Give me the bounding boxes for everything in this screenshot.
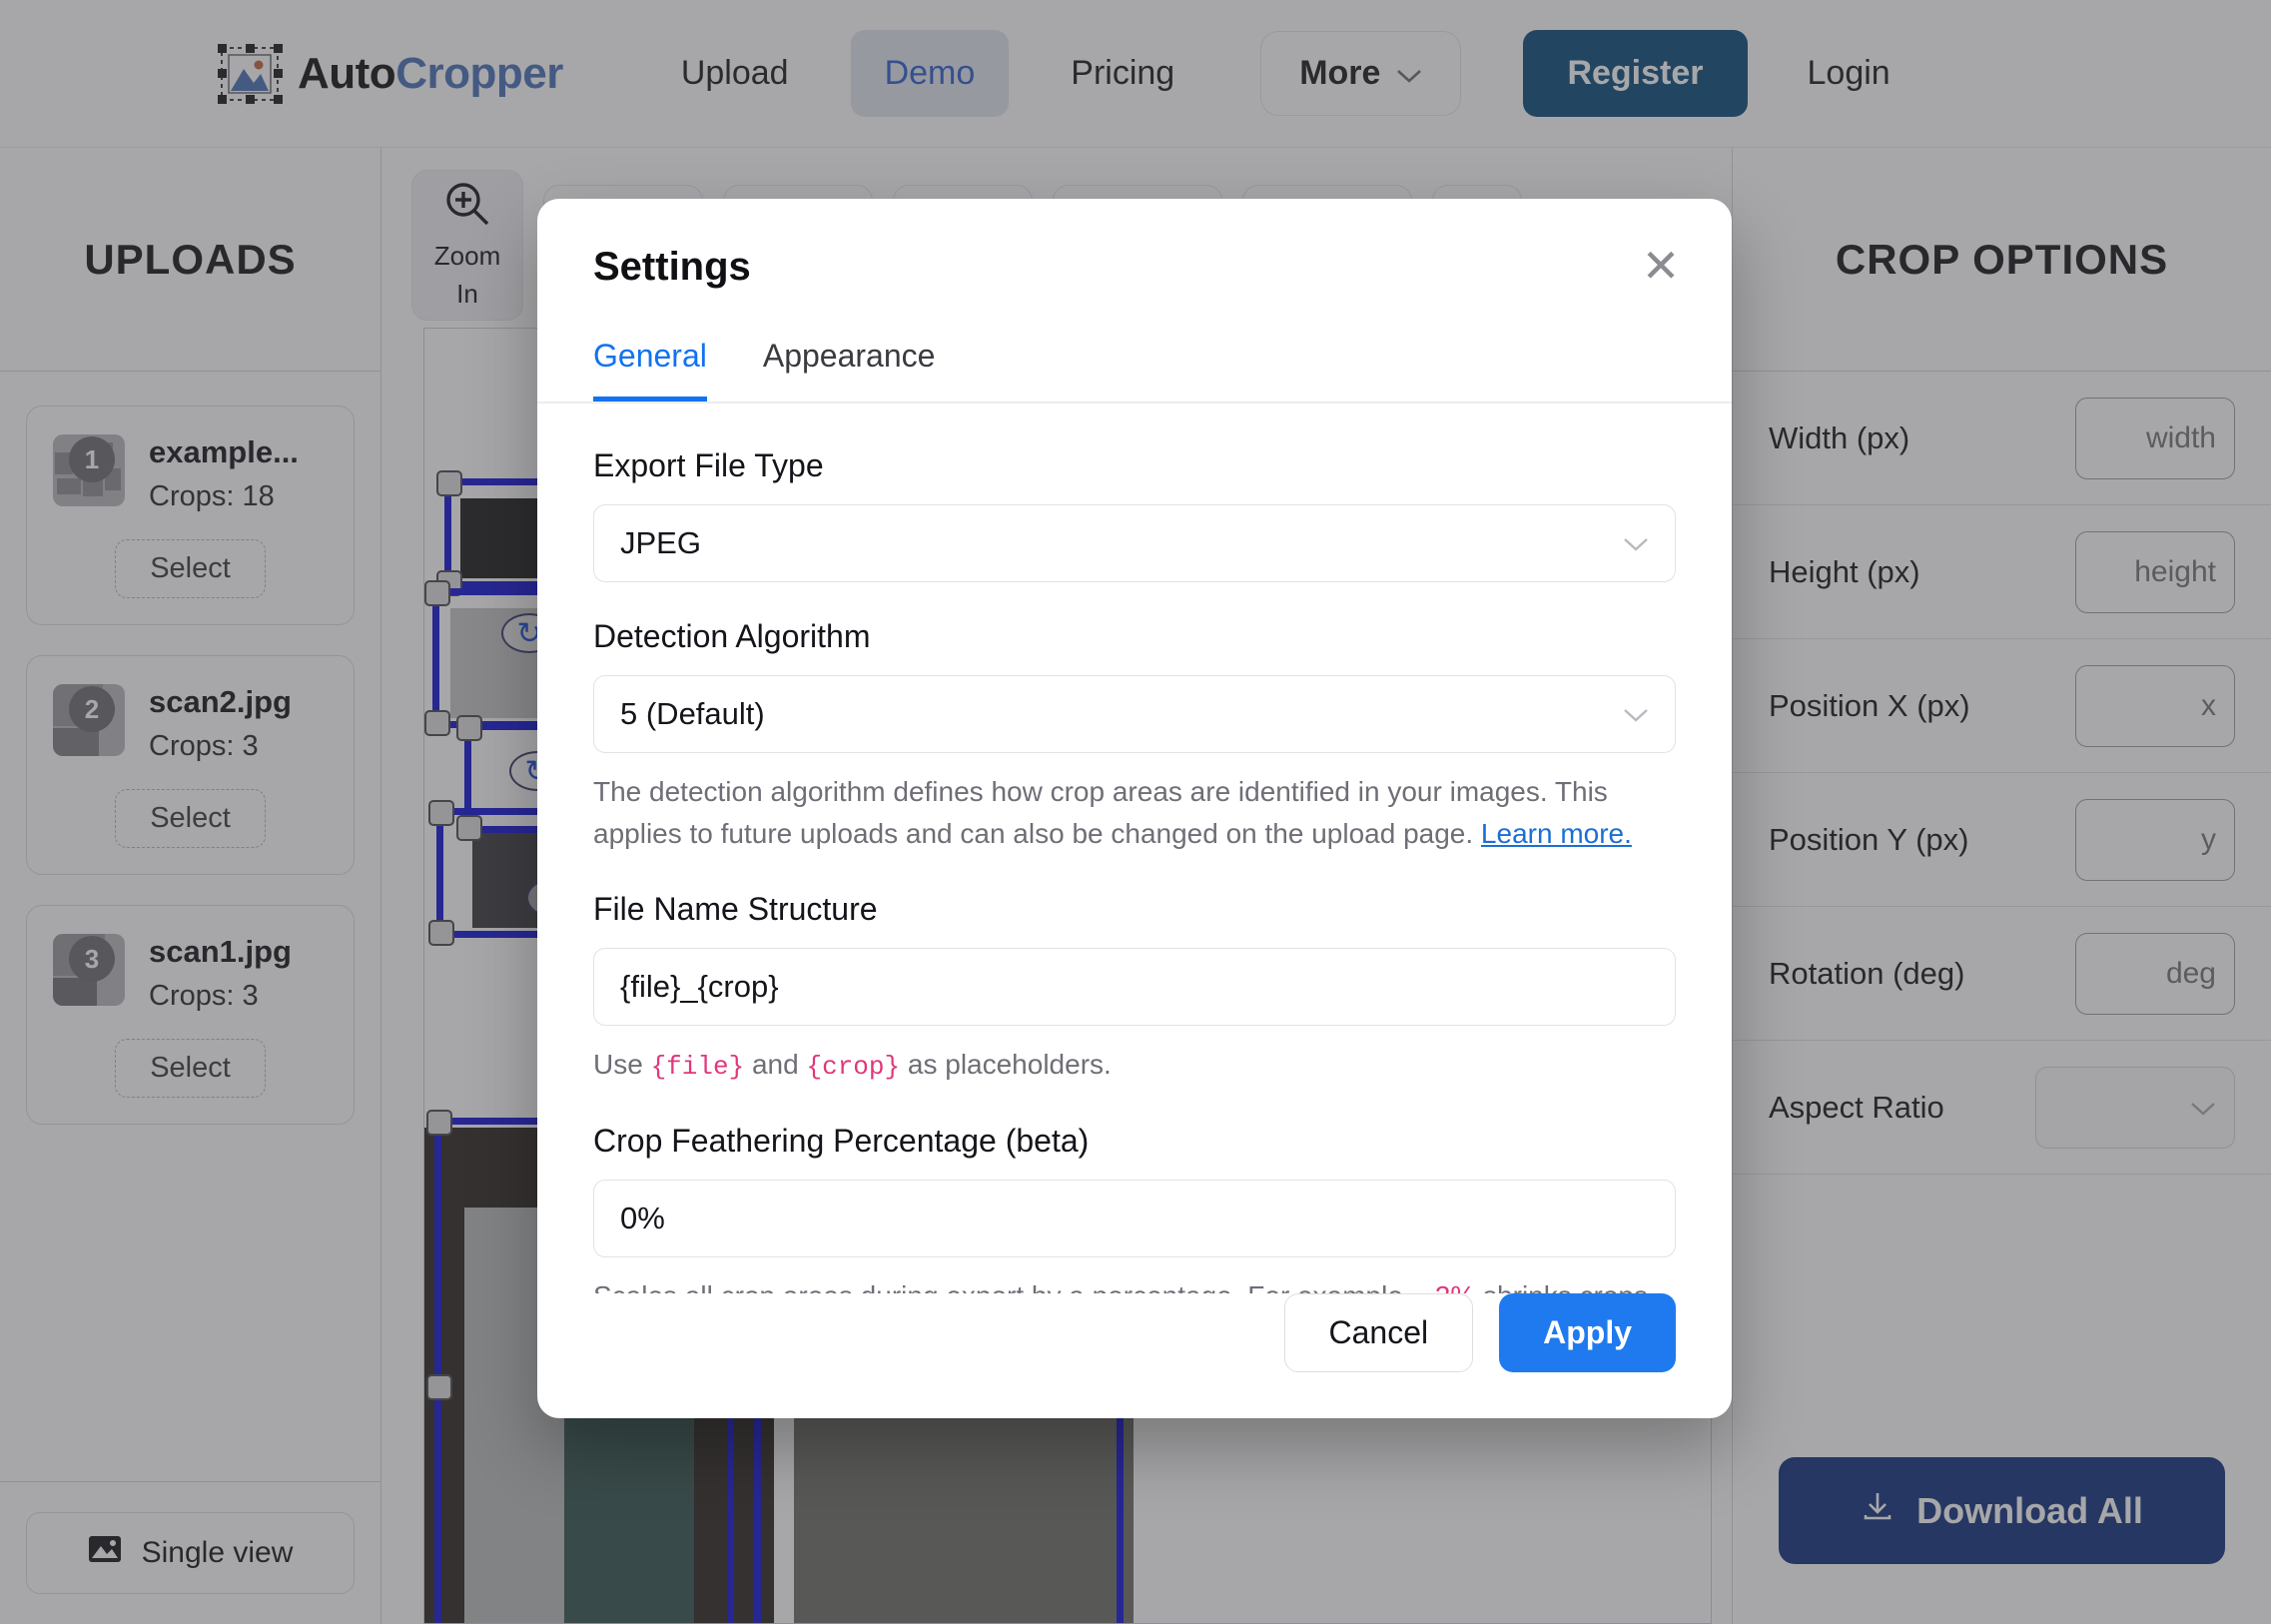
helper-part1: Scales all crop areas during export by a… [593, 1280, 1418, 1293]
helper-and: and [744, 1049, 807, 1080]
field-file-name-structure: File Name Structure Use {file} and {crop… [593, 891, 1676, 1087]
chevron-down-icon [1623, 527, 1649, 559]
modal-footer: Cancel Apply [537, 1293, 1732, 1418]
detection-algorithm-label: Detection Algorithm [593, 618, 871, 654]
crop-feathering-helper: Scales all crop areas during export by a… [593, 1275, 1676, 1293]
detection-algorithm-helper-text: The detection algorithm defines how crop… [593, 776, 1608, 849]
cancel-button[interactable]: Cancel [1283, 1293, 1474, 1372]
helper-code-crop: {crop} [806, 1052, 901, 1082]
detection-algorithm-helper: The detection algorithm defines how crop… [593, 771, 1676, 855]
chevron-down-icon [1623, 698, 1649, 730]
export-file-type-select[interactable]: JPEG [593, 504, 1676, 582]
file-name-structure-input[interactable] [593, 948, 1676, 1026]
page-title: Settings [593, 245, 751, 289]
field-crop-feathering: Crop Feathering Percentage (beta) Scales… [593, 1123, 1676, 1293]
app-root: AutoCropper Upload Demo Pricing More Reg… [0, 0, 2271, 1624]
modal-header: Settings ✕ [537, 199, 1732, 290]
detection-algorithm-select[interactable]: 5 (Default) [593, 675, 1676, 753]
field-export-file-type: Export File Type JPEG [593, 447, 1676, 582]
file-name-structure-label: File Name Structure [593, 891, 878, 927]
helper-use: Use [593, 1049, 651, 1080]
export-file-type-value: JPEG [620, 525, 701, 560]
close-icon[interactable]: ✕ [1630, 235, 1692, 297]
apply-button[interactable]: Apply [1499, 1293, 1676, 1372]
helper-code-file: {file} [650, 1052, 745, 1082]
tab-general[interactable]: General [593, 338, 707, 402]
crop-feathering-label: Crop Feathering Percentage (beta) [593, 1123, 1090, 1159]
settings-modal: Settings ✕ General Appearance Export Fil… [537, 199, 1732, 1418]
crop-feathering-input[interactable] [593, 1180, 1676, 1257]
modal-tabs: General Appearance [537, 290, 1732, 404]
helper-tail: as placeholders. [900, 1049, 1112, 1080]
learn-more-link[interactable]: Learn more. [1481, 818, 1632, 849]
modal-body: Export File Type JPEG Detection Algorith… [537, 404, 1732, 1293]
export-file-type-label: Export File Type [593, 447, 824, 483]
tab-appearance[interactable]: Appearance [763, 338, 936, 402]
helper-negative-example: −2% [1418, 1280, 1475, 1293]
file-name-structure-helper: Use {file} and {crop} as placeholders. [593, 1044, 1676, 1087]
field-detection-algorithm: Detection Algorithm 5 (Default) The dete… [593, 618, 1676, 855]
detection-algorithm-value: 5 (Default) [620, 696, 765, 731]
